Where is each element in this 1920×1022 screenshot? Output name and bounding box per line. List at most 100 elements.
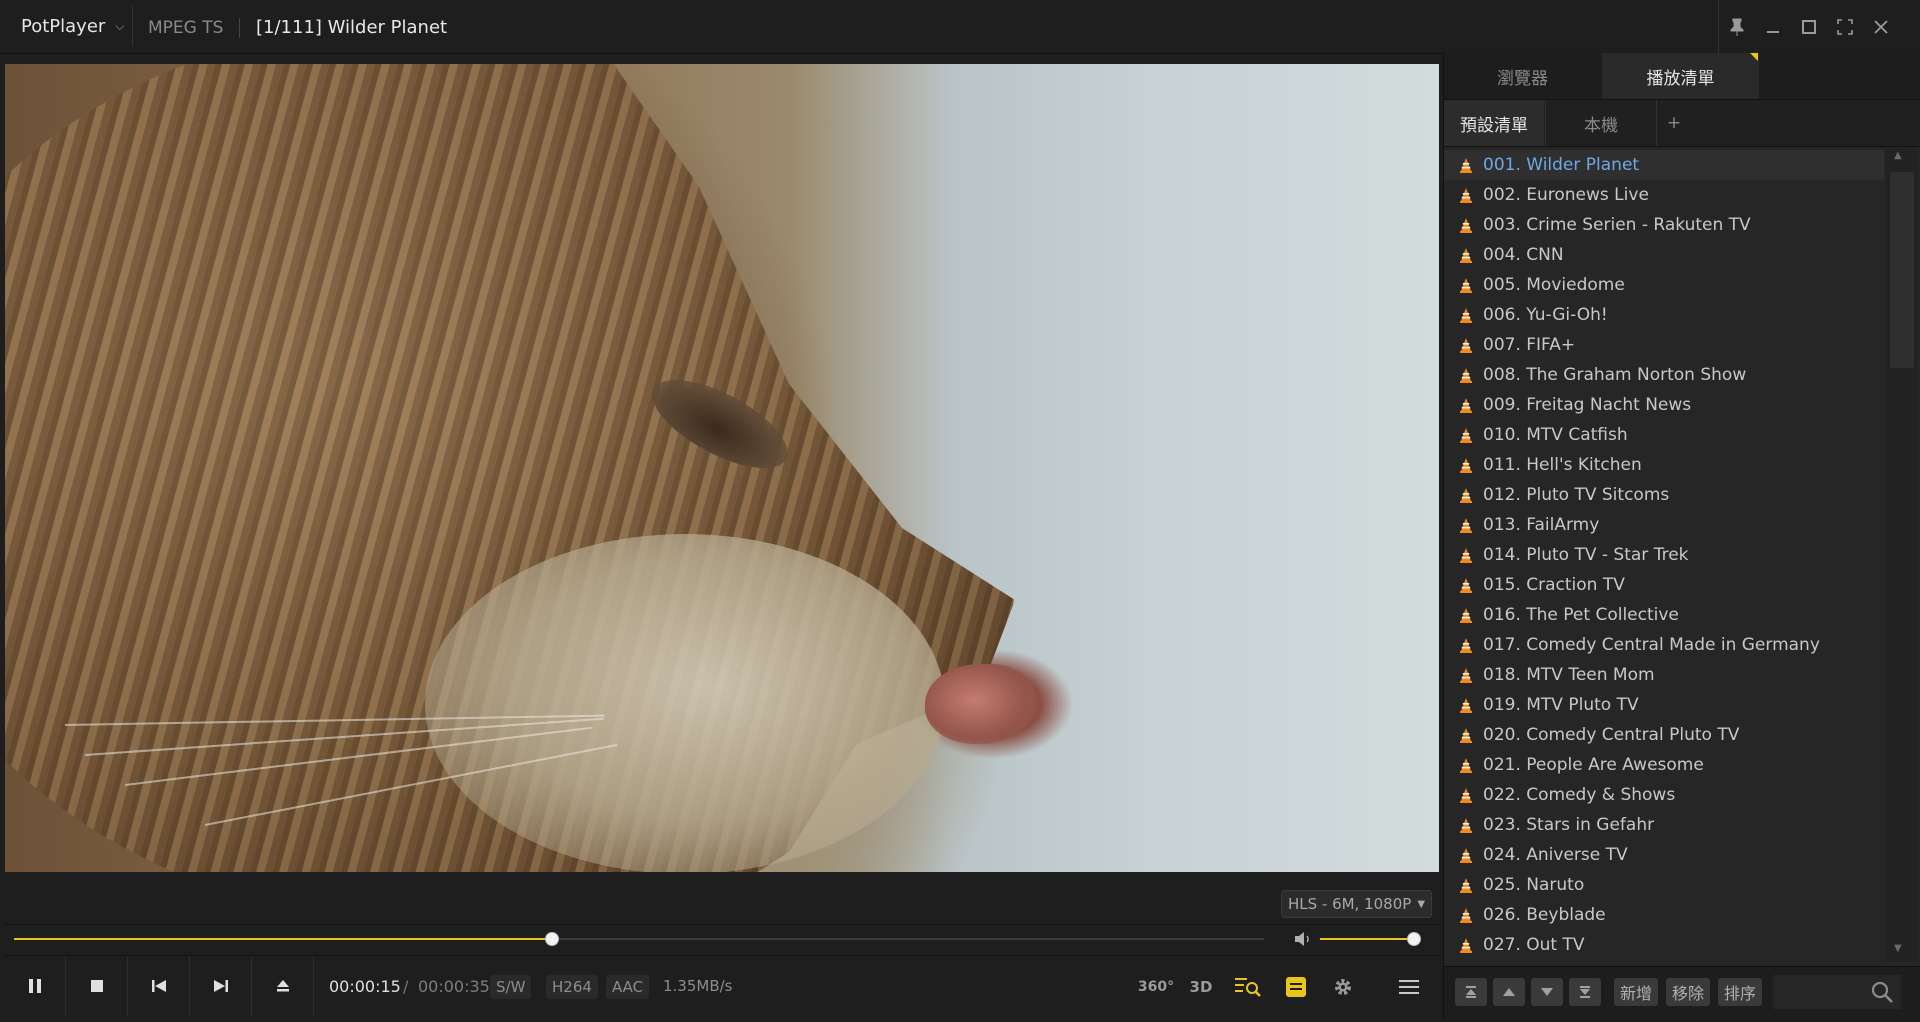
- volume-handle[interactable]: [1407, 932, 1421, 946]
- tab-browser[interactable]: 瀏覽器: [1444, 53, 1601, 99]
- video-frame[interactable]: [5, 64, 1439, 872]
- maximize-icon[interactable]: [1791, 0, 1827, 53]
- playlist-item[interactable]: 008. The Graham Norton Show: [1444, 360, 1884, 390]
- playlist-item[interactable]: 025. Naruto: [1444, 870, 1884, 900]
- playlist-item[interactable]: 021. People Are Awesome: [1444, 750, 1884, 780]
- playlist-item-title: 025. Naruto: [1483, 875, 1585, 895]
- playlist-item[interactable]: 009. Freitag Nacht News: [1444, 390, 1884, 420]
- move-bottom-button[interactable]: [1569, 978, 1601, 1006]
- vlc-cone-icon: [1457, 246, 1475, 264]
- playlist-item-title: 001. Wilder Planet: [1483, 155, 1640, 175]
- playlist: 001. Wilder Planet 002. Euronews Live 003.…: [1444, 150, 1884, 962]
- vlc-cone-icon: [1457, 186, 1475, 204]
- gear-icon: [1335, 979, 1351, 995]
- video-codec-tag[interactable]: H264: [546, 975, 598, 999]
- playlist-item[interactable]: 007. FIFA+: [1444, 330, 1884, 360]
- playlist-item[interactable]: 015. Craction TV: [1444, 570, 1884, 600]
- playlist-item[interactable]: 022. Comedy & Shows: [1444, 780, 1884, 810]
- tab-local[interactable]: 本機: [1545, 100, 1657, 146]
- scrollbar-thumb[interactable]: [1890, 172, 1914, 368]
- search-icon[interactable]: [1870, 980, 1894, 1004]
- subtitle-button[interactable]: [1279, 970, 1313, 1004]
- playlist-item[interactable]: 024. Aniverse TV: [1444, 840, 1884, 870]
- playlist-item[interactable]: 003. Crime Serien - Rakuten TV: [1444, 210, 1884, 240]
- scroll-up-icon[interactable]: ▲: [1894, 150, 1902, 161]
- playlist-item[interactable]: 027. Out TV: [1444, 930, 1884, 960]
- main-menu-button[interactable]: [1392, 970, 1426, 1004]
- 3d-button[interactable]: 3D: [1184, 970, 1218, 1004]
- sort-button[interactable]: 排序: [1718, 978, 1763, 1006]
- pause-button[interactable]: [5, 956, 66, 1016]
- playlist-item-title: 011. Hell's Kitchen: [1483, 455, 1642, 475]
- next-button[interactable]: [191, 956, 252, 1016]
- playlist-item[interactable]: 026. Beyblade: [1444, 900, 1884, 930]
- stream-quality-label: HLS - 6M, 1080P: [1287, 895, 1412, 913]
- tab-playlist[interactable]: 播放清單: [1602, 53, 1759, 99]
- playlist-item-title: 013. FailArmy: [1483, 515, 1600, 535]
- vr-360-button[interactable]: 360°: [1138, 970, 1174, 1004]
- playlist-item[interactable]: 018. MTV Teen Mom: [1444, 660, 1884, 690]
- playlist-item[interactable]: 011. Hell's Kitchen: [1444, 450, 1884, 480]
- open-file-button[interactable]: [253, 956, 314, 1016]
- playlist-item[interactable]: 013. FailArmy: [1444, 510, 1884, 540]
- playlist-item[interactable]: 002. Euronews Live: [1444, 180, 1884, 210]
- remove-button[interactable]: 移除: [1666, 978, 1711, 1006]
- arrow-down-icon: [1541, 988, 1553, 996]
- decoder-tag[interactable]: S/W: [490, 975, 532, 999]
- playlist-item[interactable]: 016. The Pet Collective: [1444, 600, 1884, 630]
- title-divider: [239, 18, 240, 38]
- current-time: 00:00:15: [329, 977, 401, 996]
- add-list-tab[interactable]: +: [1656, 100, 1692, 146]
- vlc-cone-icon: [1457, 516, 1475, 534]
- move-top-button[interactable]: [1455, 978, 1487, 1006]
- playlist-item-title: 024. Aniverse TV: [1483, 845, 1628, 865]
- vlc-cone-icon: [1457, 816, 1475, 834]
- move-down-button[interactable]: [1531, 978, 1563, 1006]
- playlist-item-title: 014. Pluto TV - Star Trek: [1483, 545, 1689, 565]
- vlc-cone-icon: [1457, 276, 1475, 294]
- playlist-item[interactable]: 006. Yu-Gi-Oh!: [1444, 300, 1884, 330]
- vlc-cone-icon: [1457, 606, 1475, 624]
- settings-button[interactable]: [1326, 970, 1360, 1004]
- playlist-item[interactable]: 017. Comedy Central Made in Germany: [1444, 630, 1884, 660]
- vlc-cone-icon: [1457, 876, 1475, 894]
- seek-handle[interactable]: [545, 932, 559, 946]
- app-menu-button[interactable]: PotPlayer ⌵: [7, 6, 133, 46]
- playlist-item[interactable]: 004. CNN: [1444, 240, 1884, 270]
- eject-icon: [277, 980, 289, 992]
- move-top-icon: [1466, 986, 1476, 998]
- playlist-item[interactable]: 005. Moviedome: [1444, 270, 1884, 300]
- playlist-item[interactable]: 012. Pluto TV Sitcoms: [1444, 480, 1884, 510]
- pin-icon[interactable]: [1719, 0, 1755, 53]
- minimize-icon[interactable]: [1755, 0, 1791, 53]
- playlist-item[interactable]: 019. MTV Pluto TV: [1444, 690, 1884, 720]
- scroll-down-icon[interactable]: ▼: [1894, 943, 1902, 954]
- bitrate-label: 1.35MB/s: [663, 977, 733, 995]
- playlist-item[interactable]: 001. Wilder Planet: [1444, 150, 1884, 180]
- vlc-cone-icon: [1457, 396, 1475, 414]
- previous-button[interactable]: [129, 956, 190, 1016]
- seek-area: [5, 924, 1439, 956]
- playlist-item-title: 023. Stars in Gefahr: [1483, 815, 1655, 835]
- vlc-cone-icon: [1457, 156, 1475, 174]
- move-up-button[interactable]: [1493, 978, 1525, 1006]
- volume-icon[interactable]: [1294, 931, 1312, 947]
- stream-quality-select[interactable]: HLS - 6M, 1080P ▼: [1281, 890, 1432, 918]
- list-search-icon: [1235, 978, 1261, 997]
- close-icon[interactable]: [1863, 0, 1899, 53]
- vlc-cone-icon: [1457, 366, 1475, 384]
- playlist-item[interactable]: 010. MTV Catfish: [1444, 420, 1884, 450]
- playlist-item-title: 018. MTV Teen Mom: [1483, 665, 1655, 685]
- stop-button[interactable]: [67, 956, 128, 1016]
- playlist-item[interactable]: 020. Comedy Central Pluto TV: [1444, 720, 1884, 750]
- playlist-item[interactable]: 014. Pluto TV - Star Trek: [1444, 540, 1884, 570]
- playlist-item[interactable]: 023. Stars in Gefahr: [1444, 810, 1884, 840]
- move-bottom-icon: [1580, 986, 1590, 998]
- add-button[interactable]: 新增: [1614, 978, 1659, 1006]
- playlist-item-title: 003. Crime Serien - Rakuten TV: [1483, 215, 1751, 235]
- audio-codec-tag[interactable]: AAC: [606, 975, 650, 999]
- playlist-search-button[interactable]: [1231, 970, 1265, 1004]
- fullscreen-icon[interactable]: [1827, 0, 1863, 53]
- seek-progress: [14, 938, 552, 940]
- tab-default-list[interactable]: 預設清單: [1444, 100, 1544, 146]
